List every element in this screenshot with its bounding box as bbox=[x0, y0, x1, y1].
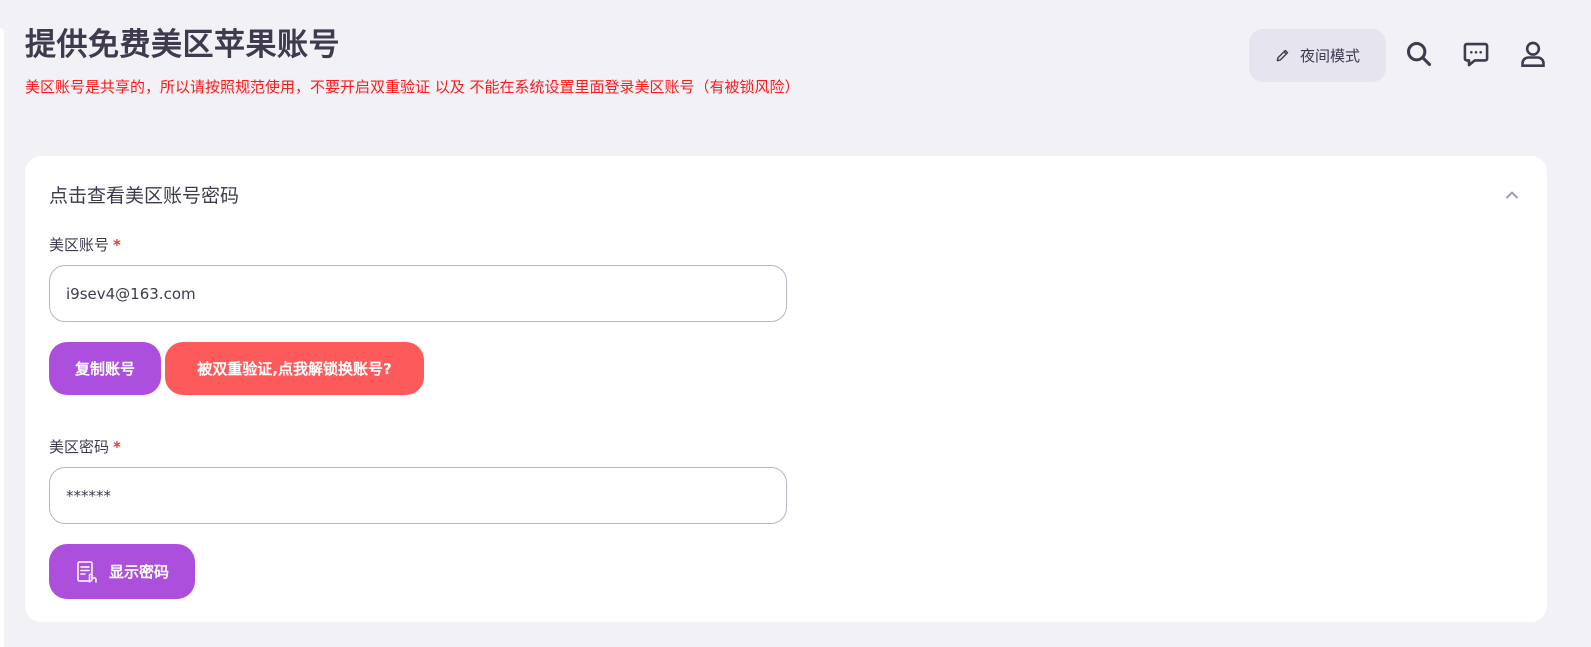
unlock-switch-account-button[interactable]: 被双重验证,点我解锁换账号? bbox=[165, 342, 424, 395]
password-input[interactable] bbox=[49, 467, 787, 524]
night-mode-label: 夜间模式 bbox=[1299, 47, 1360, 65]
account-input[interactable] bbox=[49, 265, 787, 322]
night-mode-button[interactable]: 夜间模式 bbox=[1249, 29, 1386, 82]
password-label: 美区密码 * bbox=[49, 436, 121, 457]
left-panel-edge bbox=[0, 28, 4, 647]
required-mark: * bbox=[113, 438, 121, 456]
card-title: 点击查看美区账号密码 bbox=[49, 185, 240, 207]
chevron-up-icon[interactable] bbox=[1503, 186, 1521, 204]
required-mark: * bbox=[113, 236, 121, 254]
search-icon[interactable] bbox=[1402, 37, 1436, 71]
user-icon[interactable] bbox=[1516, 37, 1550, 71]
warning-notice: 美区账号是共享的，所以请按照规范使用，不要开启双重验证 以及 不能在系统设置里面… bbox=[25, 78, 800, 96]
show-password-button[interactable]: 显示密码 bbox=[49, 544, 195, 599]
page-title: 提供免费美区苹果账号 bbox=[25, 27, 340, 63]
show-password-label: 显示密码 bbox=[108, 563, 169, 581]
copy-account-button[interactable]: 复制账号 bbox=[49, 342, 161, 395]
chat-icon[interactable] bbox=[1459, 37, 1493, 71]
document-hand-icon bbox=[77, 560, 97, 583]
pencil-icon bbox=[1276, 49, 1289, 62]
account-label: 美区账号 * bbox=[49, 234, 121, 255]
account-card: 点击查看美区账号密码 美区账号* 复制账号 被双重验证,点我解锁换账号? 美区密… bbox=[25, 156, 1547, 622]
account-label-text: 美区账号 bbox=[49, 236, 110, 254]
password-label-text: 美区密码 bbox=[49, 438, 110, 456]
